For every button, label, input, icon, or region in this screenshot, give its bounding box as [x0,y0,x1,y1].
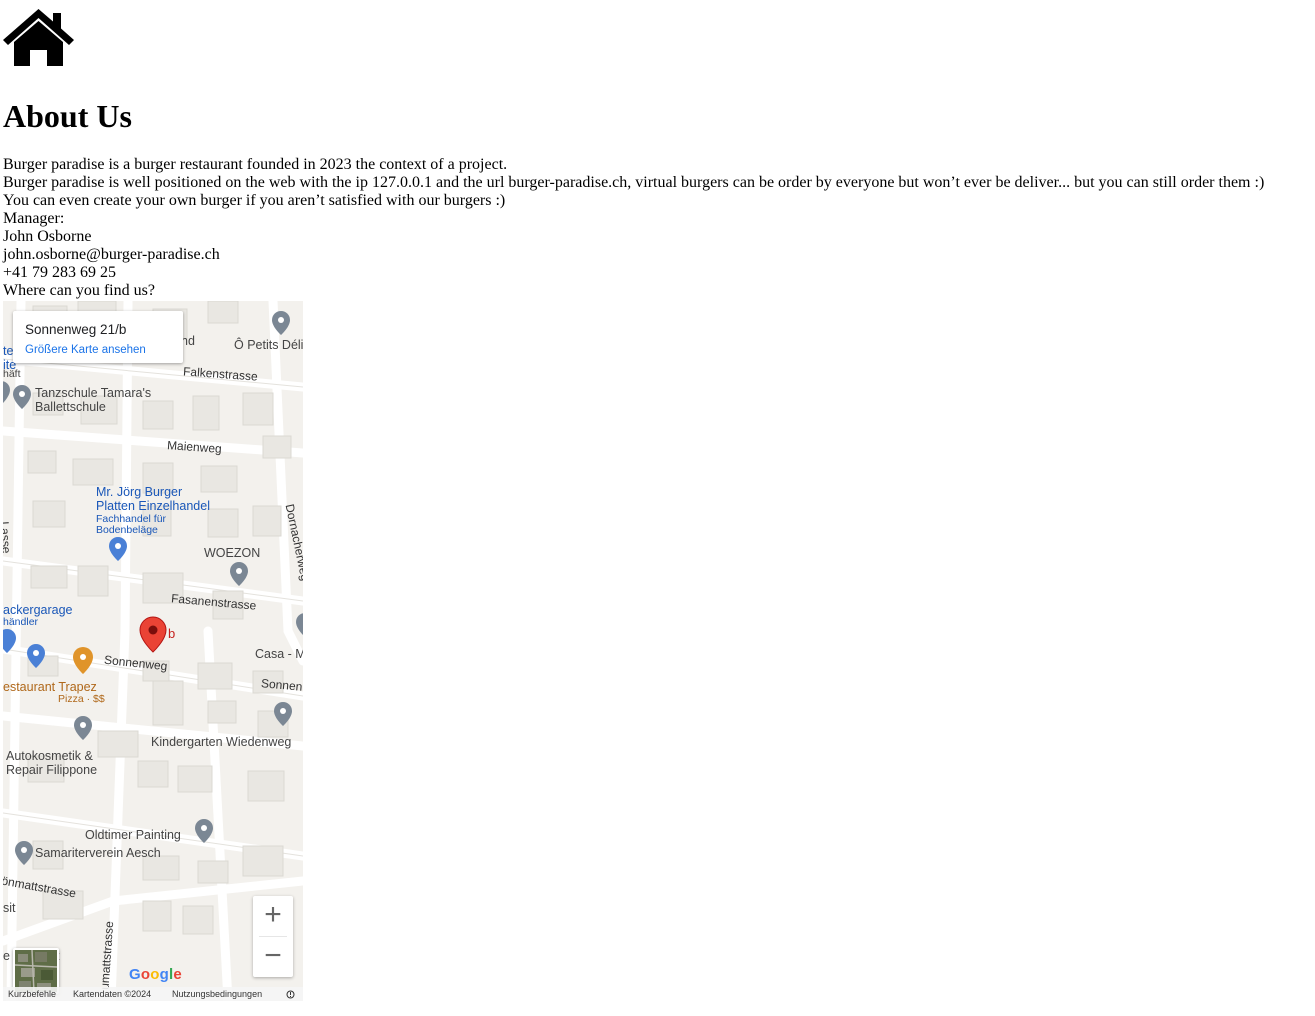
location-question: Where can you find us? [3,282,155,299]
google-logo: Google [129,966,182,983]
manager-email: john.osborne@burger-paradise.ch [3,246,220,263]
about-text-line: Burger paradise is well positioned on th… [3,174,1265,191]
map-label: Tanzschule Tamara's [35,386,152,400]
map-label: Autokosmetik & [6,749,93,763]
map-data-text: Kartendaten ©2024 [73,989,152,999]
map-label: häft [3,368,21,380]
zoom-in-button[interactable]: + [253,896,293,936]
map-label: händler [3,616,39,628]
report-icon[interactable] [286,987,295,999]
map-label: Repair Filippone [6,763,98,777]
map-label: Samariterverein Aesch [35,846,161,860]
marker-label: b [168,626,176,641]
map-attribution: Kurzbefehle Kartendaten ©2024 Nutzungsbe… [3,987,303,1001]
map-label: Ballettschule [35,400,106,414]
about-section: Burger paradise is a burger restaurant f… [3,156,1264,300]
zoom-out-button[interactable]: − [253,937,293,977]
map-label: nd [181,334,195,348]
map-label: Pizza · $$ [58,693,105,705]
larger-map-link[interactable]: Größere Karte ansehen [25,344,146,356]
map-label: Mr. Jörg Burger [96,485,183,499]
manager-name: John Osborne [3,228,92,245]
about-text-line: You can even create your own burger if y… [3,192,506,209]
about-text-line: Burger paradise is a burger restaurant f… [3,156,508,173]
map-label: Bodenbeläge [96,524,158,536]
map-label: Platten Einzelhandel [96,499,210,513]
home-link[interactable] [3,9,74,67]
keyboard-shortcuts-link[interactable]: Kurzbefehle [8,987,56,1001]
house-icon [3,9,74,66]
manager-label: Manager: [3,210,65,227]
page-title: About Us [3,98,132,134]
map-info-card: Sonnenweg 21/b Größere Karte ansehen [13,311,183,363]
map-label: Oldtimer Painting [85,828,181,842]
map-address: Sonnenweg 21/b [25,322,127,337]
map-label: Kindergarten Wiedenweg [151,735,292,749]
terms-link[interactable]: Nutzungsbedingungen [172,987,262,1001]
map-label: WOEZON [204,546,261,560]
map-label: sit [3,901,16,915]
map-label: Ô Petits Délices [234,338,303,352]
embedded-map[interactable]: Ô Petits Délices nd Tanzschule Tamara's … [3,301,303,1001]
manager-phone: +41 79 283 69 25 [3,264,117,281]
street-label: Lasse [3,521,14,554]
map-label: Casa - M [255,647,303,661]
satellite-thumbnail-icon [15,950,57,992]
zoom-control: + − [253,896,293,977]
